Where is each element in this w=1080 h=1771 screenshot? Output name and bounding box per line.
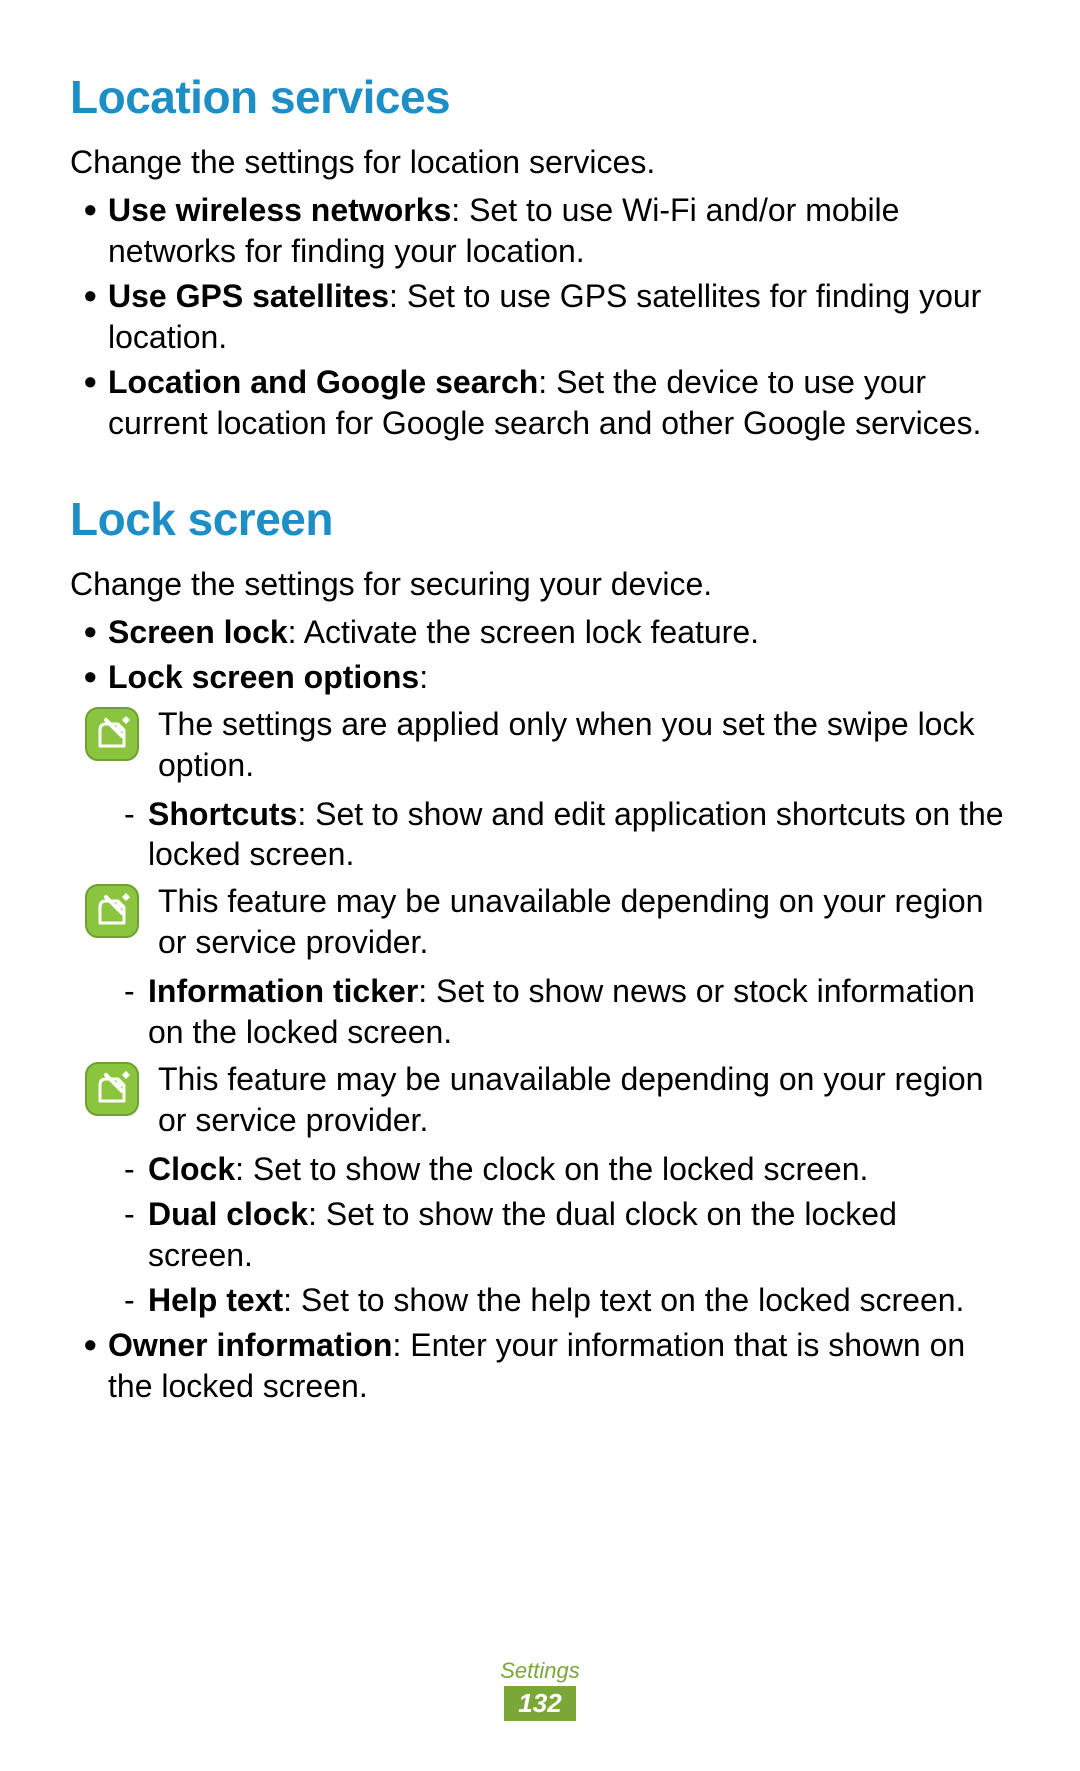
page-number-badge: 132 <box>504 1686 575 1721</box>
sub-item-clock: Clock: Set to show the clock on the lock… <box>70 1149 1010 1190</box>
item-bold: Shortcuts <box>148 796 297 832</box>
item-rest: : Set to show the clock on the locked sc… <box>235 1151 868 1187</box>
sub-item-dual-clock: Dual clock: Set to show the dual clock o… <box>70 1194 1010 1276</box>
note-text: This feature may be unavailable dependin… <box>158 1059 1010 1141</box>
note-row: The settings are applied only when you s… <box>70 704 1010 786</box>
item-bold: Information ticker <box>148 973 418 1009</box>
note-text: The settings are applied only when you s… <box>158 704 1010 786</box>
location-intro: Change the settings for location service… <box>70 142 1010 182</box>
lockscreen-list: Screen lock: Activate the screen lock fe… <box>70 612 1010 698</box>
item-bold: Location and Google search <box>108 364 538 400</box>
section-heading-location: Location services <box>70 70 1010 124</box>
sub-item-shortcuts: Shortcuts: Set to show and edit applicat… <box>70 794 1010 876</box>
item-bold: Help text <box>148 1282 283 1318</box>
item-rest: : Set to show the help text on the locke… <box>283 1282 964 1318</box>
list-item-owner-info: Owner information: Enter your informatio… <box>70 1325 1010 1407</box>
footer-section-label: Settings <box>0 1658 1080 1684</box>
note-icon <box>84 1061 140 1117</box>
list-item: Use wireless networks: Set to use Wi-Fi … <box>70 190 1010 272</box>
lockscreen-intro: Change the settings for securing your de… <box>70 564 1010 604</box>
item-bold: Owner information <box>108 1327 392 1363</box>
item-bold: Use GPS satellites <box>108 278 389 314</box>
sub-item-info-ticker: Information ticker: Set to show news or … <box>70 971 1010 1053</box>
item-bold: Use wireless networks <box>108 192 451 228</box>
note-row: This feature may be unavailable dependin… <box>70 1059 1010 1141</box>
item-bold: Lock screen options <box>108 659 419 695</box>
item-bold: Screen lock <box>108 614 288 650</box>
section-heading-lockscreen: Lock screen <box>70 492 1010 546</box>
note-text: This feature may be unavailable dependin… <box>158 881 1010 963</box>
list-item: Location and Google search: Set the devi… <box>70 362 1010 444</box>
list-item-lock-options: Lock screen options: <box>70 657 1010 698</box>
list-item: Screen lock: Activate the screen lock fe… <box>70 612 1010 653</box>
list-item: Use GPS satellites: Set to use GPS satel… <box>70 276 1010 358</box>
sub-list: Clock: Set to show the clock on the lock… <box>70 1149 1010 1321</box>
note-icon <box>84 883 140 939</box>
note-row: This feature may be unavailable dependin… <box>70 881 1010 963</box>
lockscreen-list-cont: Owner information: Enter your informatio… <box>70 1325 1010 1407</box>
page-footer: Settings 132 <box>0 1658 1080 1721</box>
item-rest: : Activate the screen lock feature. <box>288 614 759 650</box>
item-colon: : <box>419 659 428 695</box>
item-bold: Dual clock <box>148 1196 308 1232</box>
item-bold: Clock <box>148 1151 235 1187</box>
sub-list: Shortcuts: Set to show and edit applicat… <box>70 794 1010 876</box>
location-list: Use wireless networks: Set to use Wi-Fi … <box>70 190 1010 444</box>
note-icon <box>84 706 140 762</box>
sub-list: Information ticker: Set to show news or … <box>70 971 1010 1053</box>
sub-item-help-text: Help text: Set to show the help text on … <box>70 1280 1010 1321</box>
